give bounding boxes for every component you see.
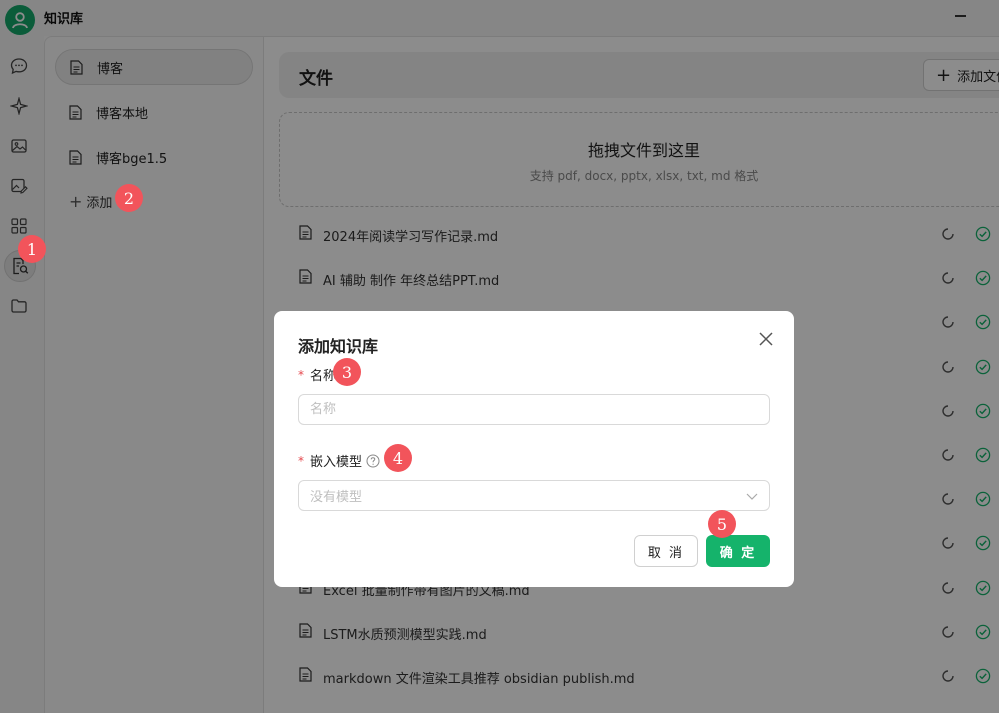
step-badge: 1	[18, 235, 46, 263]
step-badge: 4	[384, 444, 412, 472]
help-icon[interactable]	[366, 454, 380, 468]
name-label-text: 名称	[310, 369, 337, 384]
step-badge: 3	[333, 358, 361, 386]
step-badge: 5	[708, 510, 736, 538]
cancel-button[interactable]: 取 消	[634, 535, 698, 567]
chevron-down-icon	[745, 489, 759, 503]
step-badge: 2	[115, 184, 143, 212]
embedding-model-label: * 嵌入模型	[298, 451, 380, 470]
confirm-button[interactable]: 确 定	[706, 535, 770, 567]
required-marker: *	[298, 453, 304, 468]
dialog-title: 添加知识库	[298, 337, 379, 356]
select-placeholder: 没有模型	[310, 490, 363, 505]
add-knowledge-base-dialog: 添加知识库 * 名称 * 嵌入模型 没有模型 取 消 确 定	[274, 311, 794, 587]
required-marker: *	[298, 367, 304, 382]
name-input[interactable]	[298, 394, 770, 425]
embedding-model-label-text: 嵌入模型	[310, 455, 363, 470]
close-icon[interactable]	[758, 331, 774, 347]
name-label: * 名称	[298, 365, 337, 385]
embedding-model-select[interactable]: 没有模型	[298, 480, 770, 511]
